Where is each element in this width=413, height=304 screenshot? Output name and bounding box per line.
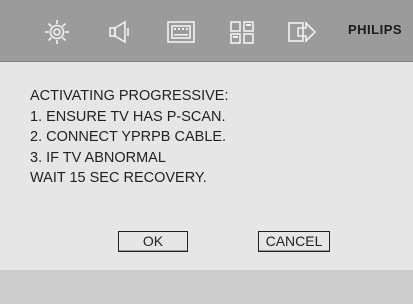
brand-logo: PHILIPS — [348, 22, 403, 37]
bottom-bar — [0, 270, 413, 304]
cancel-button[interactable]: CANCEL — [258, 231, 330, 252]
menu-bar: PHILIPS — [0, 0, 413, 62]
display-icon[interactable] — [164, 17, 198, 47]
message-line: 3. IF TV ABNORMAL — [30, 149, 166, 166]
speaker-icon[interactable] — [103, 17, 137, 47]
dialog-message: ACTIVATING PROGRESSIVE: 1. ENSURE TV HAS… — [30, 86, 228, 189]
grid-icon[interactable] — [225, 17, 259, 47]
message-line: ACTIVATING PROGRESSIVE: — [30, 88, 229, 104]
header-divider — [0, 61, 413, 62]
gear-icon[interactable] — [40, 17, 74, 47]
ok-button[interactable]: OK — [118, 231, 188, 252]
message-line: 2. CONNECT YPRPB CABLE. — [30, 129, 227, 145]
setup-screen: PHILIPS ACTIVATING PROGRESSIVE: 1. ENSUR… — [0, 0, 413, 304]
message-line: 1. ENSURE TV HAS P-SCAN. — [30, 108, 226, 125]
message-line: WAIT 15 SEC RECOVERY. — [30, 170, 207, 186]
export-icon[interactable] — [285, 17, 319, 47]
